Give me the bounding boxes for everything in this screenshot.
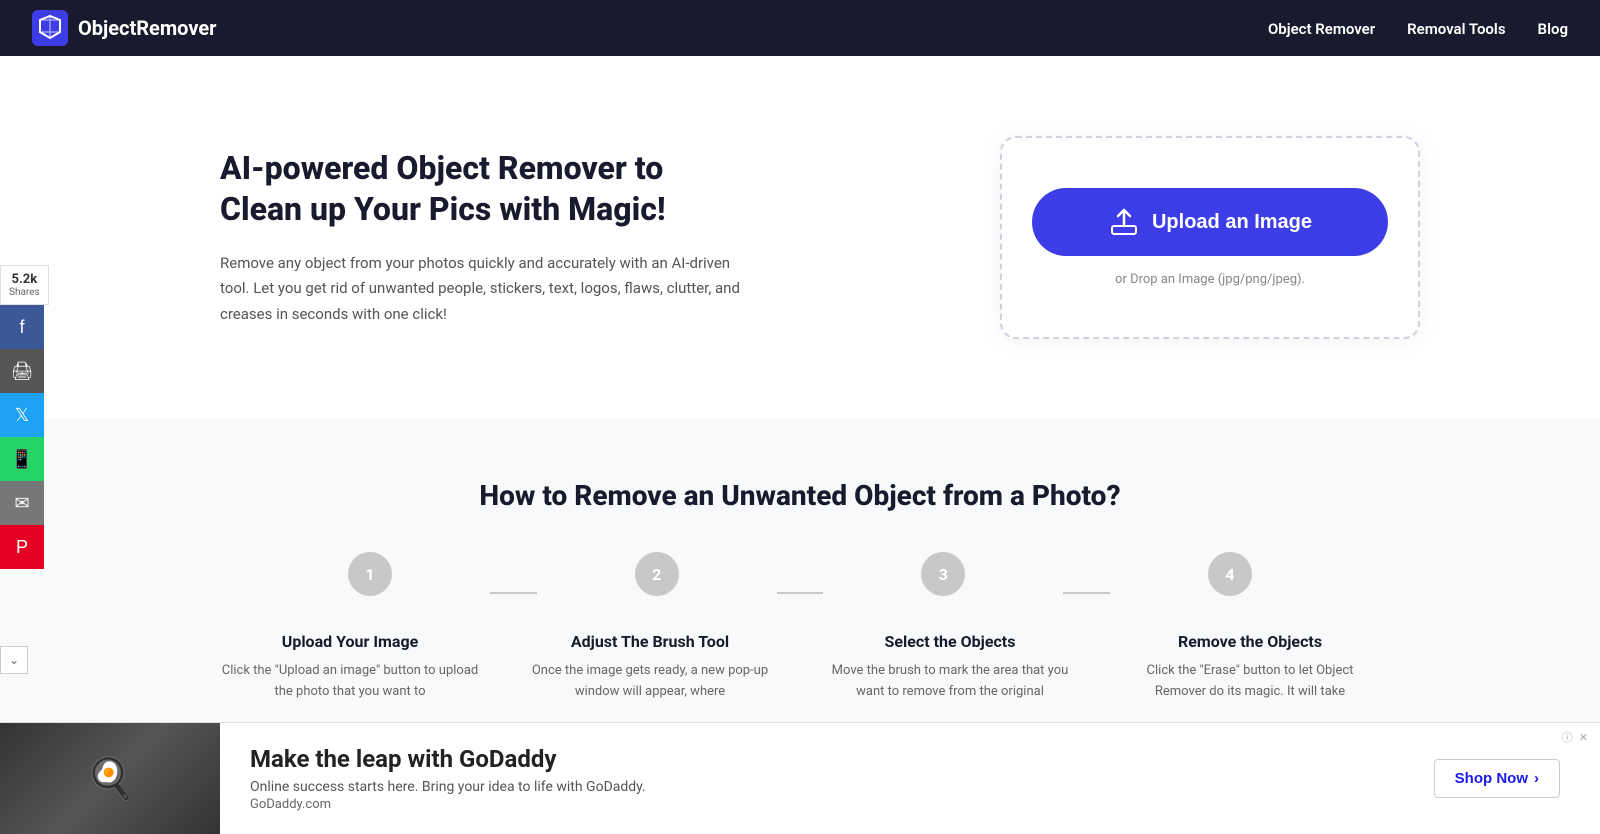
- steps-content-row: Upload Your Image Click the "Upload an i…: [200, 632, 1400, 703]
- main-nav: ObjectRemover Object Remover Removal Too…: [0, 0, 1600, 56]
- step-item-2: Adjust The Brush Tool Once the image get…: [500, 632, 800, 703]
- upload-drop-text: or Drop an Image (jpg/png/jpeg).: [1115, 272, 1305, 287]
- sidebar-collapse-button[interactable]: ⌄: [0, 646, 28, 674]
- print-share-button[interactable]: 🖨: [0, 349, 44, 393]
- step-connector-1-2: [490, 592, 537, 594]
- step-desc-1: Click the "Upload an image" button to up…: [220, 661, 480, 703]
- step-title-3: Select the Objects: [885, 632, 1016, 651]
- ad-food-visual: 🍳: [0, 723, 220, 834]
- ad-subtitle: Online success starts here. Bring your i…: [250, 779, 1364, 795]
- step-desc-2: Once the image gets ready, a new pop-up …: [520, 661, 780, 703]
- nav-links: Object Remover Removal Tools Blog: [1268, 19, 1568, 38]
- hero-title: AI-powered Object Remover to Clean up Yo…: [220, 148, 740, 231]
- step-item-1: Upload Your Image Click the "Upload an i…: [200, 632, 500, 703]
- step-number-1: 1: [348, 552, 392, 596]
- step-title-2: Adjust The Brush Tool: [571, 632, 729, 651]
- nav-blog[interactable]: Blog: [1538, 20, 1568, 38]
- ad-domain: GoDaddy.com: [250, 797, 1364, 812]
- nav-removal-tools[interactable]: Removal Tools: [1407, 20, 1505, 38]
- facebook-share-button[interactable]: f: [0, 305, 44, 349]
- step-connector-2-3: [777, 592, 824, 594]
- whatsapp-share-button[interactable]: 📱: [0, 437, 44, 481]
- step-header-1: 1: [250, 552, 490, 612]
- ad-info-icon[interactable]: ⓘ: [1562, 729, 1573, 746]
- ad-controls: ⓘ ✕: [1562, 729, 1590, 746]
- upload-icon: [1108, 206, 1140, 238]
- step-item-3: Select the Objects Move the brush to mar…: [800, 632, 1100, 703]
- step-connector-3-4: [1063, 592, 1110, 594]
- howto-section: How to Remove an Unwanted Object from a …: [0, 419, 1600, 763]
- twitter-share-button[interactable]: 𝕏: [0, 393, 44, 437]
- ad-cta-area: Shop Now ›: [1394, 759, 1600, 798]
- pinterest-share-button[interactable]: P: [0, 525, 44, 569]
- step-number-2: 2: [635, 552, 679, 596]
- shop-now-arrow-icon: ›: [1534, 770, 1539, 787]
- step-desc-3: Move the brush to mark the area that you…: [820, 661, 1080, 703]
- hero-section: AI-powered Object Remover to Clean up Yo…: [100, 76, 1500, 399]
- share-count: 5.2k Shares: [0, 265, 49, 305]
- howto-title: How to Remove an Unwanted Object from a …: [80, 479, 1520, 512]
- step-header-2: 2: [537, 552, 777, 612]
- upload-button[interactable]: Upload an Image: [1032, 188, 1388, 256]
- steps-header-row: 1 2 3 4: [250, 552, 1350, 612]
- ad-banner: ⓘ ✕ 🍳 Make the leap with GoDaddy Online …: [0, 722, 1600, 834]
- step-title-1: Upload Your Image: [282, 632, 418, 651]
- page-wrapper: AI-powered Object Remover to Clean up Yo…: [0, 56, 1600, 763]
- logo[interactable]: ObjectRemover: [32, 10, 216, 46]
- email-share-button[interactable]: ✉: [0, 481, 44, 525]
- nav-object-remover[interactable]: Object Remover: [1268, 20, 1375, 38]
- step-number-4: 4: [1208, 552, 1252, 596]
- ad-close-button[interactable]: ✕: [1577, 729, 1590, 746]
- ad-image: 🍳: [0, 723, 220, 834]
- logo-text: ObjectRemover: [78, 16, 216, 40]
- ad-text-area: Make the leap with GoDaddy Online succes…: [220, 729, 1394, 828]
- step-item-4: Remove the Objects Click the "Erase" but…: [1100, 632, 1400, 703]
- shop-now-button[interactable]: Shop Now ›: [1434, 759, 1560, 798]
- hero-text: AI-powered Object Remover to Clean up Yo…: [220, 148, 740, 328]
- logo-icon: [32, 10, 68, 46]
- step-header-4: 4: [1110, 552, 1350, 612]
- step-desc-4: Click the "Erase" button to let Object R…: [1120, 661, 1380, 703]
- step-title-4: Remove the Objects: [1178, 632, 1322, 651]
- step-number-3: 3: [921, 552, 965, 596]
- hero-description: Remove any object from your photos quick…: [220, 251, 740, 328]
- upload-box[interactable]: Upload an Image or Drop an Image (jpg/pn…: [1000, 136, 1420, 339]
- social-sidebar: 5.2k Shares f 🖨 𝕏 📱 ✉ P: [0, 265, 49, 569]
- step-header-3: 3: [823, 552, 1063, 612]
- ad-title: Make the leap with GoDaddy: [250, 745, 1364, 773]
